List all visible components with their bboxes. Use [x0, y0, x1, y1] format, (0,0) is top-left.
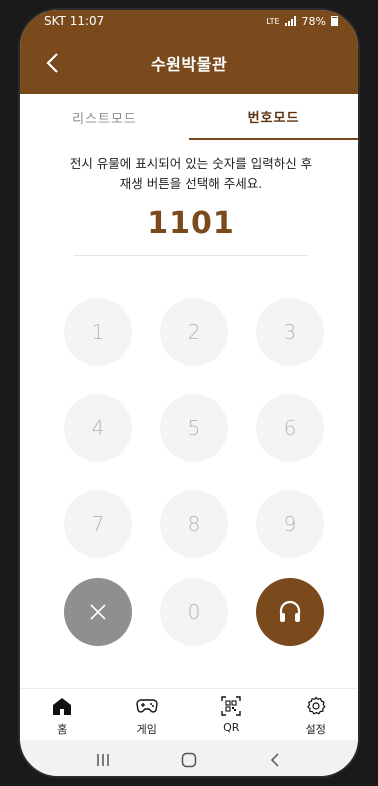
- carrier: SKT: [44, 14, 66, 28]
- play-button[interactable]: [256, 578, 324, 646]
- status-right: LTE 78%: [266, 15, 338, 28]
- nav-qr[interactable]: QR: [189, 689, 274, 740]
- key-5[interactable]: 5: [160, 394, 228, 462]
- key-4[interactable]: 4: [64, 394, 132, 462]
- system-nav-bar: [20, 740, 358, 776]
- back-button[interactable]: [32, 44, 72, 82]
- tab-list-mode[interactable]: 리스트모드: [20, 94, 189, 140]
- headphones-icon: [279, 600, 301, 622]
- key-1[interactable]: 1: [64, 298, 132, 366]
- key-9[interactable]: 9: [256, 490, 324, 558]
- battery-percent: 78%: [301, 14, 326, 28]
- chevron-left-icon: [46, 53, 58, 73]
- close-icon: [90, 604, 106, 620]
- battery-icon: [331, 16, 338, 26]
- signal-icon: [284, 16, 296, 26]
- chevron-left-icon: [270, 753, 279, 767]
- key-3[interactable]: 3: [256, 298, 324, 366]
- number-input-display: 1101: [74, 206, 308, 256]
- instruction-text: 전시 유물에 표시되어 있는 숫자를 입력하신 후 재생 버튼을 선택해 주세요…: [40, 154, 342, 194]
- status-left: SKT 11:07: [44, 14, 104, 28]
- nav-home[interactable]: 홈: [20, 689, 105, 740]
- nav-settings[interactable]: 설정: [274, 689, 359, 740]
- system-back-button[interactable]: [260, 745, 290, 775]
- nav-settings-label: 설정: [305, 723, 326, 736]
- key-8[interactable]: 8: [160, 490, 228, 558]
- tab-number-mode[interactable]: 번호모드: [189, 94, 358, 140]
- mode-tabs: 리스트모드 번호모드: [20, 94, 358, 140]
- home-system-button[interactable]: [174, 745, 204, 775]
- status-bar: SKT 11:07 LTE 78%: [20, 10, 358, 32]
- phone-frame: SKT 11:07 LTE 78% 수원박물관 리스트모드 번호모드 전시 유물…: [0, 0, 378, 786]
- nav-game-label: 게임: [136, 723, 157, 736]
- home-icon: [51, 696, 73, 716]
- gear-icon: [305, 696, 327, 716]
- screen: SKT 11:07 LTE 78% 수원박물관 리스트모드 번호모드 전시 유물…: [18, 8, 360, 778]
- home-square-icon: [181, 752, 197, 768]
- nav-game[interactable]: 게임: [105, 689, 190, 740]
- instruction-line-2: 재생 버튼을 선택해 주세요.: [119, 176, 263, 191]
- clear-button[interactable]: [64, 578, 132, 646]
- recent-apps-button[interactable]: [88, 745, 118, 775]
- bottom-nav: 홈 게임 QR 설정: [20, 688, 358, 740]
- page-title: 수원박물관: [150, 55, 228, 74]
- nav-qr-label: QR: [223, 721, 240, 734]
- recent-apps-icon: [97, 754, 109, 766]
- instruction-line-1: 전시 유물에 표시되어 있는 숫자를 입력하신 후: [69, 156, 313, 171]
- key-0[interactable]: 0: [160, 578, 228, 646]
- gamepad-icon: [136, 696, 158, 716]
- clock: 11:07: [69, 14, 105, 28]
- app-bar: 수원박물관: [20, 32, 358, 94]
- key-2[interactable]: 2: [160, 298, 228, 366]
- qr-code-icon: [220, 696, 242, 716]
- network-type: LTE: [266, 16, 280, 26]
- key-7[interactable]: 7: [64, 490, 132, 558]
- key-6[interactable]: 6: [256, 394, 324, 462]
- nav-home-label: 홈: [57, 723, 68, 736]
